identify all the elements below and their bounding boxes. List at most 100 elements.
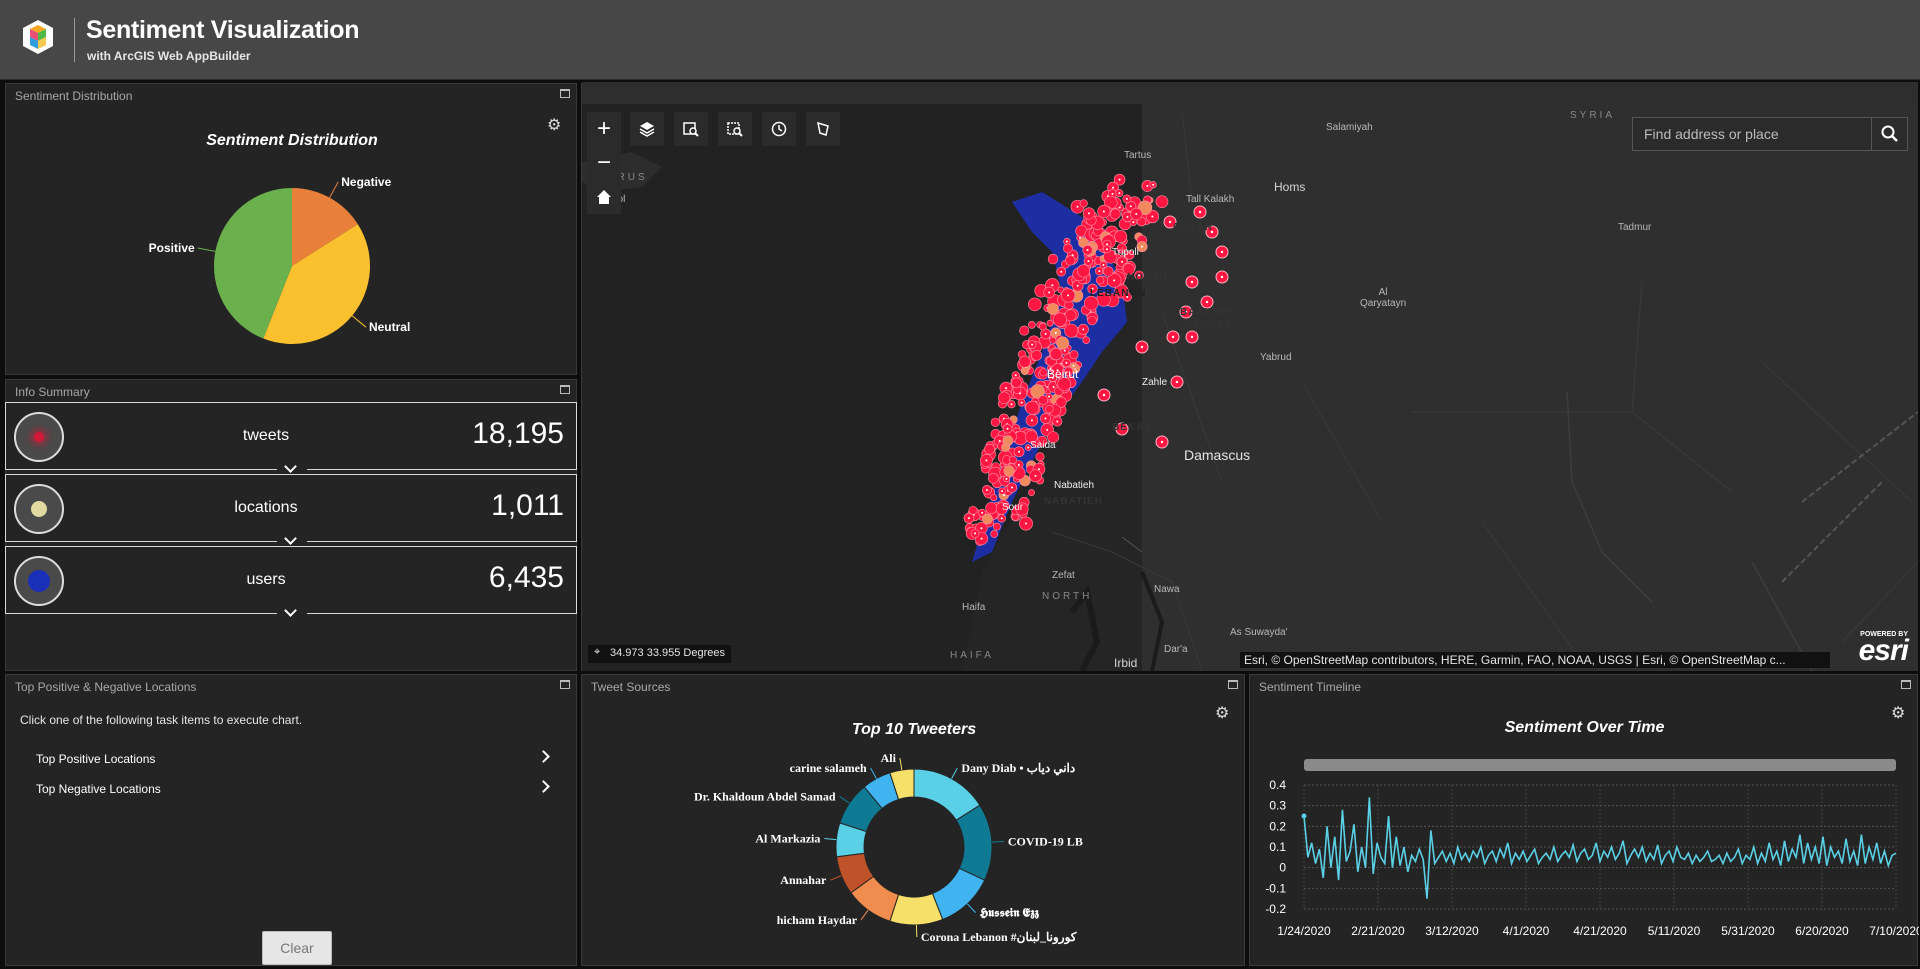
- tweet-point-center: [1168, 220, 1172, 224]
- donut-label: COVID-19 LB: [1008, 834, 1083, 848]
- timeline-point: [1301, 813, 1307, 819]
- home-button[interactable]: [587, 180, 621, 214]
- tweet-point: [1082, 336, 1091, 344]
- tweet-point-center: [1034, 474, 1037, 477]
- panel-title: Sentiment Distribution: [15, 89, 133, 103]
- tweet-point: [1003, 465, 1015, 477]
- map-label-bekaa: BEKAA: [1112, 422, 1153, 433]
- gear-icon[interactable]: ⚙: [1215, 706, 1229, 722]
- esri-wordmark: esri: [1858, 634, 1909, 667]
- task-label: Top Positive Locations: [36, 752, 156, 766]
- tweet-point-center: [1175, 380, 1179, 384]
- tweet-point: [1031, 349, 1042, 361]
- chart-title: Sentiment Over Time: [1504, 719, 1665, 736]
- tweet-point-center: [1160, 440, 1164, 444]
- map-label-irbid: Irbid: [1114, 656, 1138, 670]
- tweet-point-center: [1024, 522, 1027, 525]
- tweet-point: [1028, 489, 1035, 496]
- maximize-icon[interactable]: [560, 680, 570, 689]
- search-box[interactable]: [1632, 117, 1908, 151]
- tweet-point: [1028, 297, 1042, 312]
- tweet-point: [1028, 321, 1036, 329]
- tweet-point-center: [1046, 428, 1049, 431]
- maximize-icon[interactable]: [560, 385, 570, 394]
- expand-tab[interactable]: [277, 604, 307, 622]
- tweet-point-center: [1125, 197, 1128, 200]
- tweet-point-center: [1005, 387, 1008, 390]
- summary-locations[interactable]: locations 1,011: [5, 474, 577, 550]
- summary-label: tweets: [242, 427, 290, 444]
- tweet-point: [992, 522, 1001, 531]
- map-label-damascus: Damascus: [1184, 447, 1251, 463]
- tweet-point-center: [1087, 212, 1090, 215]
- y-tick-label: 0.4: [1269, 778, 1286, 792]
- sentiment-pie-chart: Negative Neutral Positive: [149, 175, 410, 344]
- tweet-point: [1087, 315, 1097, 326]
- time-slider-button[interactable]: [762, 112, 796, 146]
- summary-users[interactable]: users 6,435: [5, 546, 577, 622]
- summary-value: 1,011: [491, 489, 564, 522]
- esri-logo: POWERED BY esri: [1858, 631, 1909, 667]
- tweet-point-center: [1000, 517, 1003, 520]
- tweet-point-center: [1102, 264, 1105, 267]
- layers-icon: [639, 122, 655, 137]
- map-label-syria: SYRIA: [1570, 110, 1616, 121]
- tweet-point-center: [1151, 215, 1154, 218]
- tweet-point: [988, 473, 999, 484]
- tweet-point-center: [1141, 245, 1144, 248]
- summary-value: 18,195: [472, 417, 564, 450]
- tweet-point-center: [974, 532, 977, 535]
- donut-leader-line: [899, 758, 903, 771]
- tweet-point-center: [1060, 270, 1063, 273]
- maximize-icon[interactable]: [560, 89, 570, 98]
- tweet-point: [1064, 323, 1079, 338]
- time-scrollbar[interactable]: [1304, 759, 1896, 771]
- zoom-out-button[interactable]: −: [587, 146, 621, 180]
- tweet-point-center: [1086, 249, 1089, 252]
- select-button[interactable]: [718, 112, 752, 146]
- tweet-point-center: [1132, 221, 1135, 224]
- tweets-dot: [34, 432, 44, 442]
- tweet-point-center: [1146, 184, 1149, 187]
- map-label-qaryatayn: Al Qaryatayn: [1360, 287, 1407, 309]
- query-button[interactable]: [674, 112, 708, 146]
- task-top-positive-locations[interactable]: Top Positive Locations: [36, 747, 556, 771]
- tweet-point-center: [1048, 291, 1051, 294]
- tweet-point: [990, 417, 1000, 427]
- tweet-point: [1025, 400, 1040, 415]
- tweet-point: [984, 443, 995, 455]
- task-top-negative-locations[interactable]: Top Negative Locations: [36, 777, 556, 801]
- summary-label: locations: [234, 499, 298, 516]
- clear-button[interactable]: Clear: [262, 931, 332, 965]
- sentiment-line-chart: 0.4 0.3 0.2 0.1 0 -0.1 -0.2 1/24/2020 2/21/2020 3…: [1265, 778, 1919, 938]
- donut-label: hicham Haydar: [777, 913, 858, 927]
- tweet-point-center: [1018, 450, 1021, 453]
- zoom-in-button[interactable]: +: [587, 112, 621, 146]
- select-icon: [727, 122, 743, 137]
- crosshair-icon[interactable]: ⌖: [594, 646, 600, 659]
- layer-list-button[interactable]: [630, 112, 664, 146]
- tweet-point-center: [1011, 486, 1014, 489]
- map-label-tartus: Tartus: [1124, 150, 1152, 161]
- tweet-point-center: [1118, 178, 1121, 181]
- x-tick-label: 4/21/2020: [1573, 924, 1627, 938]
- summary-tweets[interactable]: tweets 18,195: [5, 402, 577, 478]
- tweet-point-center: [1065, 240, 1068, 243]
- maximize-icon[interactable]: [1901, 680, 1911, 689]
- tweet-point-center: [1031, 343, 1034, 346]
- search-button[interactable]: [1871, 118, 1907, 150]
- x-tick-label: 5/31/2020: [1721, 924, 1775, 938]
- map-label-baalbek: BAALBEK: [1180, 307, 1236, 318]
- clock-icon: [771, 121, 787, 137]
- tweet-point: [1050, 347, 1063, 361]
- map-view[interactable]: Homs Damascus Beirut Salamiyah Tartus Ta…: [582, 82, 1918, 671]
- x-tick-label: 3/12/2020: [1425, 924, 1479, 938]
- search-input[interactable]: [1633, 118, 1871, 150]
- locations-dot: [31, 501, 47, 517]
- y-tick-label: -0.1: [1265, 881, 1286, 895]
- draw-button[interactable]: [806, 112, 840, 146]
- tweet-point-center: [1198, 210, 1202, 214]
- locations-panel: Top Positive & Negative Locations Click …: [5, 674, 577, 966]
- maximize-icon[interactable]: [1228, 680, 1238, 689]
- tweet-point-center: [1205, 300, 1209, 304]
